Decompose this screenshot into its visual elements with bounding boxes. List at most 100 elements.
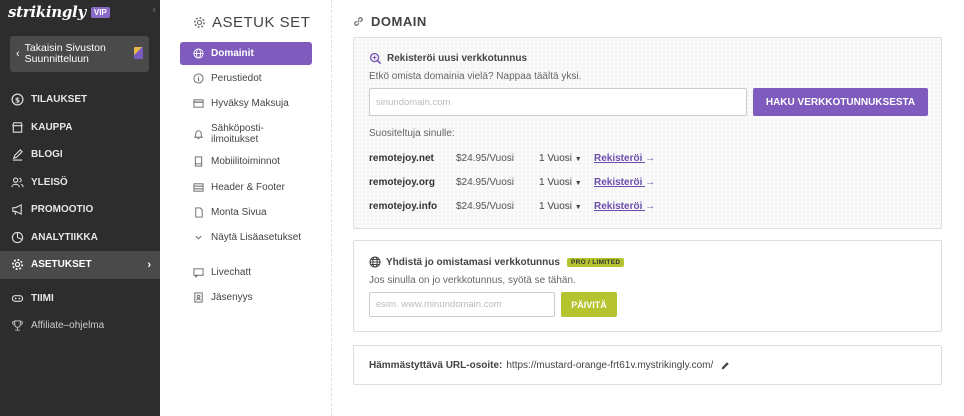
settings-title-text: ASETUK SET [212,14,311,31]
caret-down-icon: ▼ [574,203,582,211]
label-line2: ilmoitukset [211,134,259,145]
back-button-label: Takaisin Sivuston Suunnitteluun [25,43,106,65]
chevron-left-icon: ‹ [16,47,20,60]
mobile-icon [192,156,204,167]
list-item: remotejoy.net $24.95/Vuosi 1 Vuosi ▼ Rek… [369,151,669,165]
sidebar-item-label: TIIMI [31,292,54,304]
term-value: 1 Vuosi [539,176,572,188]
connect-domain-card: Yhdistä jo omistamasi verkkotunnus PRO /… [353,240,942,332]
settings-item-payments[interactable]: Hyväksy Maksuja [180,92,312,115]
sidebar-item-blog[interactable]: BLOGI [0,141,160,169]
site-url-value: https://mustard-orange-frt61v.mystriking… [506,360,714,371]
chevron-right-icon: › [147,258,151,271]
site-flag-icon [134,47,143,59]
update-button[interactable]: PÄIVITÄ [561,292,617,317]
settings-item-email-notifications[interactable]: Sähköposti-ilmoitukset [180,121,312,147]
pages-icon [192,207,204,218]
sidebar-item-promotion[interactable]: PROMOOTIO [0,196,160,224]
existing-domain-input[interactable]: esim. www.minundomain.com [369,292,555,317]
link-icon [352,15,365,28]
suggestion-domain: remotejoy.info [369,200,438,212]
register-link-text: Rekisteröi [594,200,643,212]
settings-item-header-footer[interactable]: Header & Footer [180,176,312,199]
settings-item-label: Domainit [211,48,254,59]
pen-icon [10,148,24,162]
register-domain-card: Rekisteröi uusi verkkotunnus Etkö omista… [353,37,942,229]
settings-item-show-more[interactable]: Näytä Lisäasetukset [180,226,312,249]
register-link[interactable]: Rekisteröi → [594,177,655,188]
term-value: 1 Vuosi [539,152,572,164]
suggestion-price: $24.95/Vuosi [456,176,515,188]
settings-item-domains[interactable]: Domainit [180,42,312,65]
register-link-text: Rekisteröi [594,152,643,164]
settings-item-label: Perustiedot [211,73,262,84]
register-link[interactable]: Rekisteröi → [594,153,655,164]
page-title-text: DOMAIN [371,14,427,29]
settings-item-label: Livechatt [211,267,252,278]
arrow-right-icon: → [645,200,656,212]
sidebar-item-label: KAUPPA [31,121,73,133]
settings-item-label: Monta Sivua [211,207,267,218]
settings-item-mobile[interactable]: Mobiilitoiminnot [180,150,312,173]
sidebar-item-orders[interactable]: $ TILAUKSET [0,86,160,114]
suggestion-domain: remotejoy.net [369,152,434,164]
settings-title: ASETUK SET [193,14,310,31]
dollar-circle-icon: $ [10,93,24,107]
sidebar-item-settings[interactable]: ASETUKSET › [0,251,160,279]
term-select[interactable]: 1 Vuosi ▼ [539,201,582,212]
layout-icon [192,182,204,193]
globe-icon [369,256,381,268]
sidebar-item-label: TILAUKSET [31,94,88,106]
settings-item-membership[interactable]: Jäsenyys [180,286,312,309]
pro-limited-badge: PRO / LIMITED [566,257,625,267]
sidebar-item-analytics[interactable]: ANALYTIIKKA [0,224,160,252]
sidebar-item-store[interactable]: KAUPPA [0,114,160,142]
search-plus-icon [369,52,382,65]
register-heading-text: Rekisteröi uusi verkkotunnus [387,53,528,64]
chevron-down-icon [192,233,204,242]
domain-search-input[interactable]: sinundomain.com [369,88,747,116]
caret-down-icon: ▼ [574,179,582,187]
settings-item-label: Mobiilitoiminnot [211,156,280,167]
back-to-editor-button[interactable]: ‹ Takaisin Sivuston Suunnitteluun [10,36,149,72]
brand-row: strikingly VIP [0,0,160,24]
register-link[interactable]: Rekisteröi → [594,201,655,212]
settings-item-multiple-pages[interactable]: Monta Sivua [180,201,312,224]
settings-item-label: Jäsenyys [211,292,253,303]
sidebar-item-label: ASETUKSET [31,259,92,271]
sidebar-item-audience[interactable]: YLEISÖ [0,169,160,197]
sidebar-nav: $ TILAUKSET KAUPPA BLOGI YLEISÖ PROMOOTI… [0,86,160,340]
edit-pencil-icon[interactable] [720,361,730,371]
back-label-line2: Suunnitteluun [24,53,89,65]
gear-icon [10,258,24,272]
megaphone-icon [10,203,24,217]
label-line1: Sähköposti- [211,123,264,134]
svg-text:$: $ [14,96,19,105]
connect-heading: Yhdistä jo omistamasi verkkotunnus PRO /… [369,256,625,268]
collapse-sidebar-icon[interactable]: ‹ [152,4,156,16]
trophy-icon [10,319,24,333]
search-domain-button[interactable]: HAKU VERKKOTUNNUKSESTA [753,88,928,116]
suggestion-domain: remotejoy.org [369,176,435,188]
sidebar-item-team[interactable]: TIIMI [0,285,160,313]
settings-menu: ASETUK SET Domainit Perustiedot Hyväksy … [160,0,332,416]
strikingly-logo[interactable]: strikingly [8,3,86,21]
card-icon [192,98,204,109]
term-select[interactable]: 1 Vuosi ▼ [539,153,582,164]
term-value: 1 Vuosi [539,200,572,212]
register-heading: Rekisteröi uusi verkkotunnus [369,52,527,65]
vip-badge: VIP [90,6,110,18]
site-url-label: Hämmästyttävä URL-osoite: [369,360,503,371]
site-url-card: Hämmästyttävä URL-osoite: https://mustar… [353,345,942,385]
settings-item-livechat[interactable]: Livechatt [180,261,312,284]
gear-icon [193,16,206,29]
sidebar-item-affiliate[interactable]: Affiliate–ohjelma [0,312,160,340]
term-select[interactable]: 1 Vuosi ▼ [539,177,582,188]
settings-item-label: Hyväksy Maksuja [211,98,289,109]
bell-icon [192,129,204,140]
register-link-text: Rekisteröi [594,176,643,188]
sidebar-item-label: YLEISÖ [31,176,68,188]
info-icon [192,73,204,84]
settings-item-basic-info[interactable]: Perustiedot [180,67,312,90]
arrow-right-icon: → [645,152,656,164]
